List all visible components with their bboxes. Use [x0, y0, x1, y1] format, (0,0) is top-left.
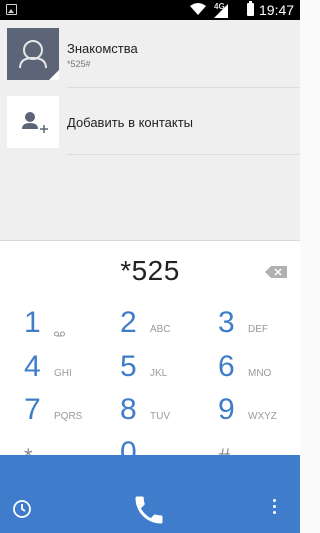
add-contact-avatar — [7, 96, 59, 148]
voicemail-icon — [54, 331, 65, 337]
key-7[interactable]: 7 PQRS — [24, 393, 114, 437]
signal-icon — [214, 4, 228, 18]
key-8[interactable]: 8 TUV — [120, 393, 210, 437]
clock: 19:47 — [259, 2, 295, 18]
divider — [67, 154, 300, 155]
status-bar: 4G 19:47 — [0, 0, 300, 20]
backspace-icon[interactable] — [265, 266, 287, 278]
call-history-icon[interactable] — [12, 499, 32, 519]
contact-avatar — [7, 28, 59, 80]
contact-number: *525# — [67, 59, 91, 69]
add-contact-item[interactable]: Добавить в контакты — [0, 94, 300, 154]
battery-icon — [247, 1, 254, 16]
call-button[interactable] — [131, 492, 167, 528]
dial-input[interactable]: *525 — [0, 255, 300, 287]
add-person-icon — [22, 112, 48, 133]
key-4[interactable]: 4 GHI — [24, 350, 114, 394]
key-1[interactable]: 1 — [24, 306, 114, 350]
key-3[interactable]: 3 DEF — [218, 306, 308, 350]
divider — [67, 87, 300, 88]
more-options-icon[interactable] — [272, 499, 278, 517]
contact-suggestions: Знакомства *525# Добавить в контакты — [0, 20, 300, 240]
key-6[interactable]: 6 MNO — [218, 350, 308, 394]
key-2[interactable]: 2 ABC — [120, 306, 210, 350]
key-5[interactable]: 5 JKL — [120, 350, 210, 394]
dialpad: *525 1 2 ABC 3 DEF 4 GHI 5 JKL 6 MNO 7 P… — [0, 240, 300, 469]
action-bar — [0, 455, 300, 533]
add-contact-label: Добавить в контакты — [67, 115, 193, 130]
image-notification-icon — [6, 4, 17, 15]
wifi-icon — [190, 3, 206, 15]
key-9[interactable]: 9 WXYZ — [218, 393, 308, 437]
contact-name: Знакомства — [67, 41, 138, 56]
contact-item[interactable]: Знакомства *525# — [0, 26, 300, 86]
